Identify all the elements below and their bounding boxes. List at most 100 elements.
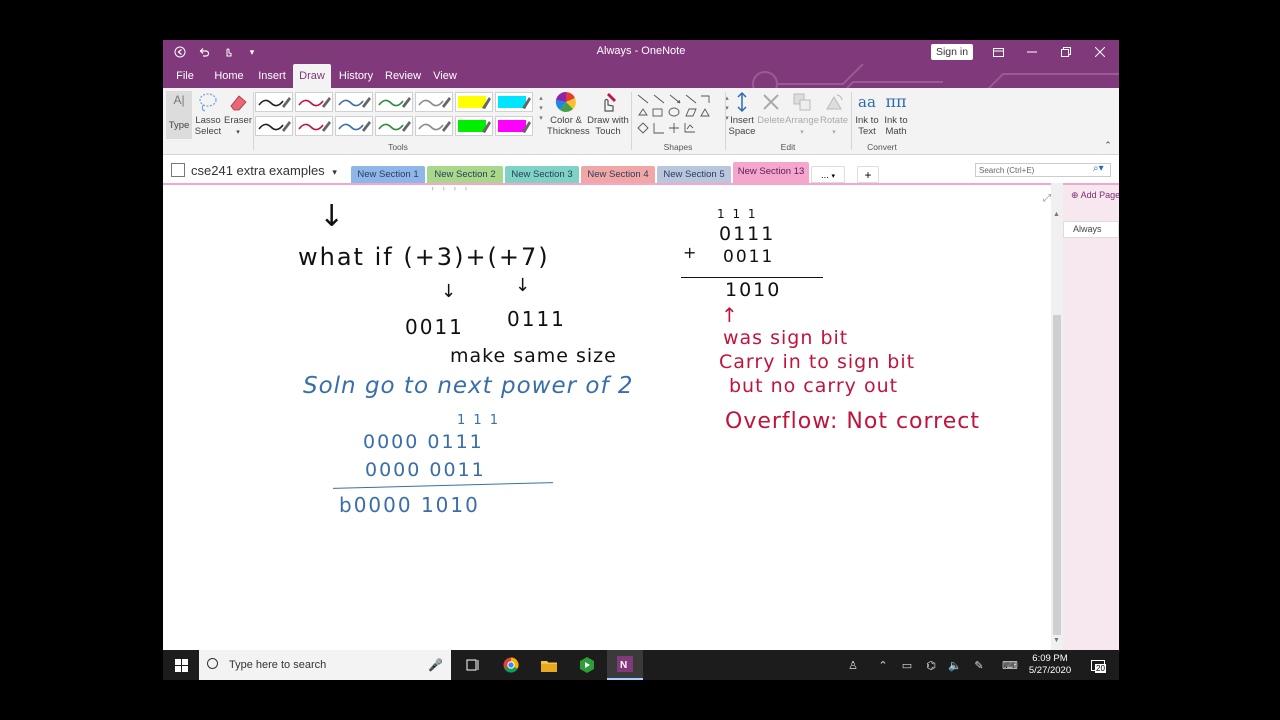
- arrange-button[interactable]: Arrange ▾: [785, 91, 819, 138]
- expand-icon[interactable]: ⤢: [1043, 193, 1051, 204]
- ink-addend-bottom: 0011: [723, 247, 775, 267]
- taskbar: Type here to search 🎤 N ♙ ⌃ ▭ ⌬ 🔈 ✎ ⌨ 6:…: [163, 650, 1119, 680]
- tab-draw[interactable]: Draw: [293, 64, 331, 88]
- network-icon[interactable]: ⌬: [921, 650, 941, 680]
- task-view-icon[interactable]: [455, 650, 491, 680]
- eraser-icon: [230, 95, 247, 111]
- pen-gallery-scroll[interactable]: ▴ ▾ ▾: [537, 94, 545, 124]
- pen-icon: [298, 97, 331, 108]
- ink-what-if: what if (+3)+(+7): [298, 243, 550, 271]
- keyboard-icon[interactable]: ⌨: [999, 650, 1021, 680]
- volume-icon[interactable]: 🔈: [945, 650, 965, 680]
- scroll-thumb[interactable]: [1053, 315, 1061, 635]
- ink-row-1: 0000 0111: [363, 431, 484, 453]
- restore-icon[interactable]: [1049, 40, 1083, 64]
- tab-home[interactable]: Home: [211, 64, 247, 88]
- delete-label: Delete: [757, 115, 785, 126]
- rotate-button[interactable]: Rotate ▾: [819, 91, 849, 138]
- delete-button[interactable]: Delete: [757, 91, 785, 126]
- microphone-icon[interactable]: 🎤: [428, 650, 443, 680]
- draw-with-touch-button[interactable]: Draw with Touch: [587, 91, 629, 137]
- shapes-gallery-icon[interactable]: [635, 92, 721, 136]
- search-icon[interactable]: ⌕▾: [1093, 163, 1104, 174]
- chrome-icon[interactable]: [493, 650, 529, 680]
- add-section-button[interactable]: +: [857, 166, 879, 183]
- tab-history[interactable]: History: [337, 64, 375, 88]
- pen-swatch[interactable]: [255, 92, 293, 112]
- chevron-up-icon[interactable]: ⌃: [873, 650, 893, 680]
- notification-count: 20: [1095, 663, 1106, 673]
- pen-swatch[interactable]: [375, 116, 413, 136]
- note-canvas[interactable]: ⤢ ' ' ' ' ↓ what if (+3)+(+7) ↓ ↓ 0011 0…: [163, 183, 1051, 652]
- tab-section[interactable]: New Section 1: [351, 166, 425, 183]
- windows-start-icon[interactable]: [163, 650, 199, 680]
- ink-to-text-button[interactable]: aa Ink to Text: [853, 91, 881, 137]
- clock[interactable]: 6:09 PM 5/27/2020: [1025, 653, 1075, 677]
- scroll-up-icon[interactable]: ▲: [1053, 211, 1060, 218]
- color-thickness-button[interactable]: Color & Thickness: [547, 91, 590, 137]
- pen-swatch[interactable]: [455, 116, 493, 136]
- highlighter-icon: [458, 96, 491, 109]
- add-icon: ⊕: [1071, 190, 1079, 200]
- eraser-dropdown-icon[interactable]: ▾: [236, 129, 240, 136]
- tab-insert[interactable]: Insert: [255, 64, 289, 88]
- tab-section[interactable]: New Section 4: [581, 166, 655, 183]
- eraser-button[interactable]: Eraser ▾: [224, 91, 252, 138]
- pen-swatch[interactable]: [455, 92, 493, 112]
- insert-space-label-2: Space: [728, 126, 756, 137]
- minimize-icon[interactable]: [1015, 40, 1049, 64]
- ink-math-label-1: Ink to: [884, 115, 908, 126]
- tab-review[interactable]: Review: [385, 64, 421, 88]
- page-list: ⊕ Add Page Always: [1063, 183, 1119, 652]
- ink-to-text-icon: aa: [858, 93, 876, 111]
- people-icon[interactable]: ♙: [843, 650, 863, 680]
- vertical-scrollbar[interactable]: ▲ ▼: [1051, 183, 1063, 650]
- media-app-icon[interactable]: [569, 650, 605, 680]
- pen-swatch[interactable]: [495, 116, 533, 136]
- taskbar-search-input[interactable]: Type here to search 🎤: [199, 650, 451, 680]
- pen-icon: [378, 121, 411, 132]
- pen-swatch[interactable]: [335, 116, 373, 136]
- pen-swatch[interactable]: [375, 92, 413, 112]
- battery-icon[interactable]: ▭: [897, 650, 917, 680]
- notebook-selector[interactable]: cse241 extra examples ▾: [171, 163, 337, 178]
- notifications-icon[interactable]: 20: [1083, 650, 1113, 680]
- ink-text-label-1: Ink to: [855, 115, 879, 126]
- chevron-down-icon: ▾: [831, 173, 836, 180]
- add-page-button[interactable]: ⊕ Add Page: [1071, 190, 1119, 201]
- pen-workspace-icon[interactable]: ✎: [969, 650, 989, 680]
- ink-binary-3: 0011: [405, 315, 464, 339]
- pen-swatch[interactable]: [495, 92, 533, 112]
- page-item-always[interactable]: Always: [1063, 221, 1119, 238]
- lasso-select-button[interactable]: Lasso Select: [194, 91, 222, 137]
- cortana-icon: [207, 658, 218, 669]
- lasso-icon: [199, 93, 217, 112]
- ribbon-display-icon[interactable]: [981, 40, 1015, 64]
- tab-section[interactable]: New Section 5: [657, 166, 731, 183]
- close-icon[interactable]: [1083, 40, 1117, 64]
- search-input[interactable]: Search (Ctrl+E): [975, 163, 1111, 177]
- type-button[interactable]: A| Type: [166, 91, 192, 139]
- tab-view[interactable]: View: [431, 64, 459, 88]
- collapse-ribbon-icon[interactable]: ⌃: [1103, 140, 1113, 151]
- scroll-down-icon[interactable]: ▼: [1053, 637, 1060, 644]
- file-explorer-icon[interactable]: [531, 650, 567, 680]
- ink-to-math-button[interactable]: ππ Ink to Math: [881, 91, 911, 137]
- pen-swatch[interactable]: [335, 92, 373, 112]
- tab-section[interactable]: New Section 13: [733, 162, 809, 183]
- tab-section[interactable]: New Section 2: [427, 166, 503, 183]
- pen-swatch[interactable]: [255, 116, 293, 136]
- pen-icon: [418, 121, 451, 132]
- tab-section[interactable]: New Section 3: [505, 166, 579, 183]
- onenote-taskbar-icon[interactable]: N: [607, 650, 643, 680]
- pen-swatch[interactable]: [295, 92, 333, 112]
- tab-file[interactable]: File: [173, 64, 197, 88]
- more-sections-button[interactable]: ... ▾: [811, 166, 845, 183]
- color-label-2: Thickness: [547, 126, 590, 137]
- sign-in-button[interactable]: Sign in: [931, 44, 973, 60]
- pen-swatch[interactable]: [415, 116, 453, 136]
- pen-swatch[interactable]: [415, 92, 453, 112]
- pen-swatch[interactable]: [295, 116, 333, 136]
- title-bar: ▾ Always - OneNote Sign in: [163, 40, 1119, 64]
- insert-space-button[interactable]: Insert Space: [727, 91, 757, 137]
